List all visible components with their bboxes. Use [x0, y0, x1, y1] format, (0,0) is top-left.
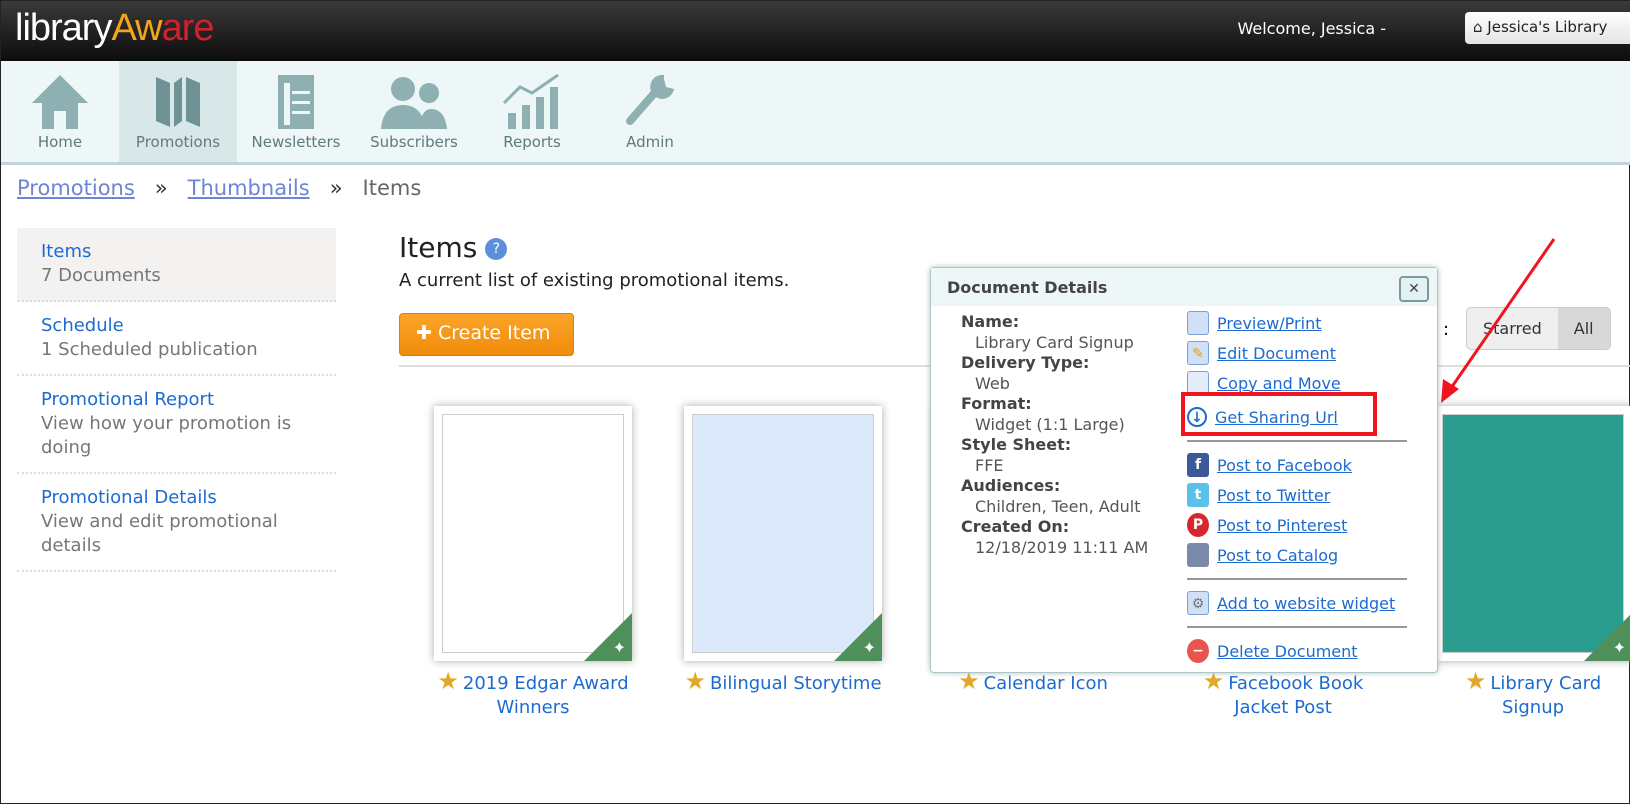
breadcrumb-promotions[interactable]: Promotions [17, 176, 135, 200]
sparkle-icon: ✦ [862, 638, 876, 657]
map-icon [156, 77, 200, 127]
close-button[interactable]: ✕ [1399, 276, 1429, 302]
main-nav: Home Promotions Newsletters Subscribers … [1, 61, 1630, 165]
item-title[interactable]: ★ Bilingual Storytime [684, 669, 882, 696]
item-title[interactable]: ★ Library Card Signup [1434, 669, 1630, 720]
star-icon[interactable]: ★ [1465, 667, 1487, 695]
page-title: Items? [399, 231, 789, 264]
pencil-icon: ✎ [1187, 341, 1209, 365]
delete-icon: − [1187, 639, 1209, 663]
nav-subscribers[interactable]: Subscribers [355, 61, 473, 162]
welcome-text: Welcome, Jessica - [1237, 19, 1387, 38]
chart-icon [502, 73, 559, 129]
sidebar-item-schedule[interactable]: Schedule 1 Scheduled publication [17, 302, 336, 376]
nav-admin[interactable]: Admin [591, 61, 709, 162]
breadcrumb: Promotions» Thumbnails» Items [17, 176, 422, 200]
document-details-popup: Document Details ✕ Name: Library Card Sig… [930, 267, 1438, 673]
nav-newsletters[interactable]: Newsletters [237, 61, 355, 162]
popup-title: Document Details [931, 268, 1437, 306]
sparkle-icon: ✦ [612, 638, 626, 657]
page-subtitle: A current list of existing promotional i… [399, 270, 790, 291]
filter-starred[interactable]: Starred [1467, 308, 1558, 349]
twitter-icon: t [1187, 483, 1209, 507]
computer-icon [1187, 543, 1209, 567]
star-icon[interactable]: ★ [684, 667, 706, 695]
sidebar-item-report[interactable]: Promotional Report View how your promotio… [17, 376, 336, 474]
wrench-icon [626, 74, 674, 125]
home-icon [32, 75, 88, 129]
item-thumbnail[interactable]: ✦ [684, 406, 882, 661]
action-widget[interactable]: ⚙ Add to website widget [1187, 588, 1407, 618]
library-button[interactable]: ⌂ Jessica's Library [1465, 12, 1630, 44]
actions-list: Preview/Print ✎ Edit Document Copy and Mo… [1187, 308, 1407, 666]
filter-toggle: Starred All [1466, 307, 1611, 350]
document-icon [1187, 311, 1209, 335]
home-icon: ⌂ [1473, 18, 1488, 36]
main-content: Items? A current list of existing promot… [399, 231, 790, 356]
item-title[interactable]: ★ Calendar Icon [934, 669, 1132, 696]
action-preview[interactable]: Preview/Print [1187, 308, 1407, 338]
help-icon[interactable]: ? [485, 238, 508, 260]
action-catalog[interactable]: Post to Catalog [1187, 540, 1407, 570]
pinterest-icon: P [1187, 513, 1209, 537]
action-facebook[interactable]: f Post to Facebook [1187, 450, 1407, 480]
highlight-box [1181, 392, 1377, 436]
users-icon [381, 77, 447, 129]
item-thumbnail[interactable]: ✦ [434, 406, 632, 661]
star-icon[interactable]: ★ [437, 667, 459, 695]
breadcrumb-current: Items [362, 176, 422, 200]
nav-promotions[interactable]: Promotions [119, 61, 237, 162]
item-title[interactable]: ★ Facebook Book Jacket Post [1184, 669, 1382, 720]
create-item-button[interactable]: ✚ Create Item [399, 313, 574, 356]
filter-all[interactable]: All [1557, 308, 1610, 349]
widget-icon: ⚙ [1187, 591, 1209, 615]
item-title[interactable]: ★ 2019 Edgar Award Winners [434, 669, 632, 720]
action-edit[interactable]: ✎ Edit Document [1187, 338, 1407, 368]
sidebar-item-details[interactable]: Promotional Details View and edit promoti… [17, 474, 336, 572]
top-bar: libraryAware Welcome, Jessica - ⌂ Jessic… [1, 1, 1630, 61]
document-info: Name: Library Card Signup Delivery Type: W… [961, 312, 1149, 557]
action-pinterest[interactable]: P Post to Pinterest [1187, 510, 1407, 540]
sidebar-item-items[interactable]: Items 7 Documents [17, 228, 336, 302]
sparkle-icon: ✦ [1612, 638, 1626, 657]
sidebar: Items 7 Documents Schedule 1 Scheduled pub… [17, 228, 336, 572]
action-delete[interactable]: − Delete Document [1187, 636, 1407, 666]
action-twitter[interactable]: t Post to Twitter [1187, 480, 1407, 510]
nav-reports[interactable]: Reports [473, 61, 591, 162]
item-thumbnail[interactable]: ✦ [1434, 406, 1630, 661]
plus-icon: ✚ [416, 322, 438, 344]
nav-home[interactable]: Home [1, 61, 119, 162]
breadcrumb-thumbnails[interactable]: Thumbnails [188, 176, 310, 200]
facebook-icon: f [1187, 453, 1209, 477]
logo[interactable]: libraryAware [15, 7, 214, 50]
newsletter-icon [278, 75, 314, 129]
